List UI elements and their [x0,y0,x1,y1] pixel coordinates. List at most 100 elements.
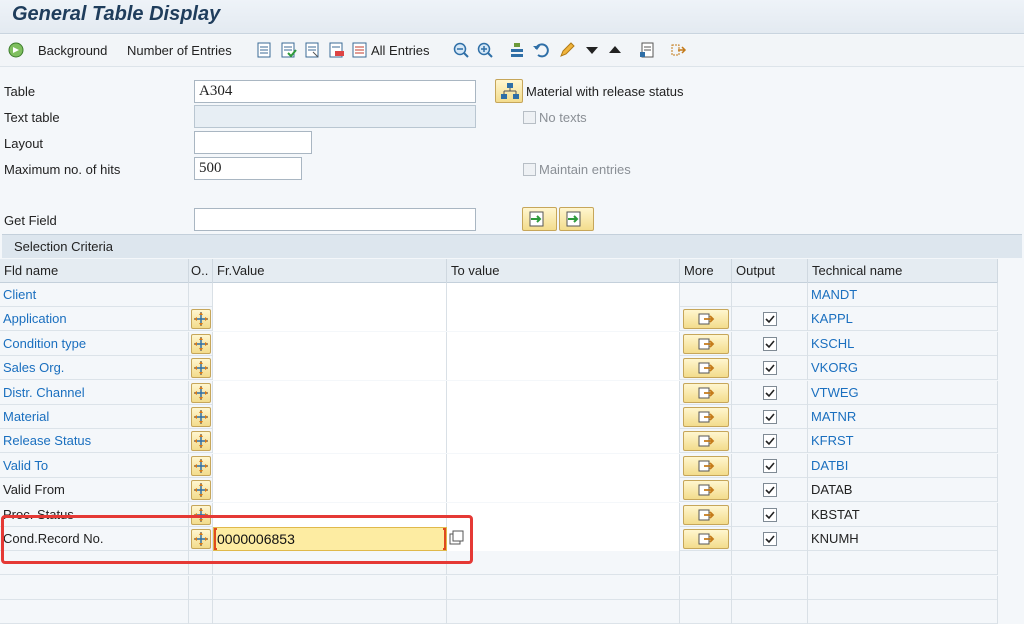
col-technical-name[interactable]: Technical name [808,259,998,283]
from-value-cell[interactable] [213,478,447,503]
to-value-cell[interactable] [447,307,680,332]
zoom-out-icon[interactable] [452,41,470,59]
value-help-icon[interactable] [447,529,465,547]
to-value-cell[interactable] [447,502,680,527]
fld-name-cell[interactable]: Application [0,307,189,332]
chevron-up-icon[interactable] [606,41,624,59]
fld-name-cell[interactable]: Valid To [0,453,189,478]
technical-name-cell: KBSTAT [808,502,998,527]
technical-name-cell [808,551,998,576]
to-value-cell[interactable] [447,356,680,381]
col-from-value[interactable]: Fr.Value [213,259,447,283]
from-value-cell[interactable] [213,356,447,381]
layout-input[interactable] [194,131,312,154]
deselect-icon[interactable] [303,41,321,59]
fld-name-cell[interactable]: Distr. Channel [0,380,189,405]
zoom-in-icon[interactable] [476,41,494,59]
from-value-cell[interactable] [213,405,447,429]
col-option[interactable]: O.. [189,259,213,283]
from-value-cell[interactable] [213,331,447,356]
col-more[interactable]: More [680,259,732,283]
all-entries-icon[interactable] [351,41,369,59]
multiple-selection-button[interactable] [683,504,729,525]
multiple-selection-button[interactable] [683,431,729,452]
selection-option-button[interactable] [191,480,211,501]
to-value-cell[interactable] [447,478,680,503]
to-value-cell[interactable] [447,453,680,478]
list-icon[interactable] [255,41,273,59]
selection-option-button[interactable] [191,431,211,452]
from-value-cell[interactable] [213,380,447,405]
output-checkbox[interactable] [763,410,777,424]
multiple-selection-button[interactable] [683,455,729,476]
max-hits-label: Maximum no. of hits [4,162,121,177]
multiple-selection-button[interactable] [683,529,729,549]
multiple-selection-button[interactable] [683,407,729,427]
fld-name-cell[interactable]: Sales Org. [0,356,189,381]
from-value-cell[interactable] [213,453,447,478]
output-checkbox[interactable] [763,458,777,473]
multiple-selection-button[interactable] [683,333,729,354]
number-of-entries-button[interactable]: Number of Entries [127,41,232,61]
select-all-icon[interactable] [279,41,297,59]
fld-name-cell[interactable]: Release Status [0,429,189,454]
multiple-selection-button[interactable] [683,382,729,403]
pencil-icon[interactable] [558,41,576,59]
cond-record-from-input[interactable]: 0000006853 [213,527,447,551]
selection-option-button[interactable] [191,504,211,525]
to-value-cell[interactable] [447,283,680,307]
selection-option-button[interactable] [191,455,211,476]
max-hits-input[interactable]: 500 [194,157,302,180]
to-value-cell[interactable] [447,380,680,405]
selection-option-button[interactable] [191,358,211,379]
all-entries-button[interactable]: All Entries [371,41,430,61]
table-input[interactable]: A304 [194,80,476,103]
col-output[interactable]: Output [732,259,808,283]
col-to-value[interactable]: To value [447,259,680,283]
hierarchy-icon[interactable] [508,41,526,59]
multiple-selection-button[interactable] [683,480,729,501]
get-field-button-1[interactable] [522,207,557,231]
output-checkbox[interactable] [763,361,777,376]
from-value-cell[interactable] [213,283,447,307]
get-field-button-2[interactable] [559,207,594,231]
output-cell [732,453,808,478]
undo-icon[interactable] [532,41,550,59]
selection-option-button[interactable] [191,529,211,549]
export-icon[interactable] [669,41,687,59]
get-field-input[interactable] [194,208,476,231]
multiple-selection-button[interactable] [683,309,729,330]
cursor-bracket-right [443,528,446,550]
selection-option-button[interactable] [191,407,211,427]
fld-name-cell[interactable]: Material [0,405,189,429]
to-value-cell[interactable] [447,331,680,356]
selection-option-button[interactable] [191,382,211,403]
background-button[interactable]: Background [38,41,107,61]
chevron-down-icon[interactable] [583,41,601,59]
multiple-selection-button[interactable] [683,358,729,379]
output-checkbox[interactable] [763,336,777,351]
delete-selection-icon[interactable] [327,41,345,59]
selection-option-button[interactable] [191,333,211,354]
table-info-button[interactable] [495,79,523,103]
fld-name-cell[interactable]: Condition type [0,331,189,356]
output-checkbox[interactable] [763,434,777,449]
selection-option-button[interactable] [191,309,211,330]
from-value-cell[interactable] [213,307,447,332]
technical-name-cell: KSCHL [808,331,998,356]
output-checkbox[interactable] [763,385,777,400]
to-value-cell[interactable] [447,405,680,429]
output-checkbox[interactable] [763,312,777,327]
to-value-cell[interactable] [447,527,680,551]
output-checkbox[interactable] [763,532,777,546]
to-value-cell[interactable] [447,429,680,454]
from-value-cell[interactable] [213,429,447,454]
output-cell [732,283,808,307]
fld-name-cell[interactable]: Client [0,283,189,307]
from-value-cell[interactable] [213,502,447,527]
output-checkbox[interactable] [763,483,777,498]
execute-icon[interactable] [7,41,25,59]
output-checkbox[interactable] [763,507,777,522]
settings-list-icon[interactable] [638,41,656,59]
col-fld-name[interactable]: Fld name [0,259,189,283]
